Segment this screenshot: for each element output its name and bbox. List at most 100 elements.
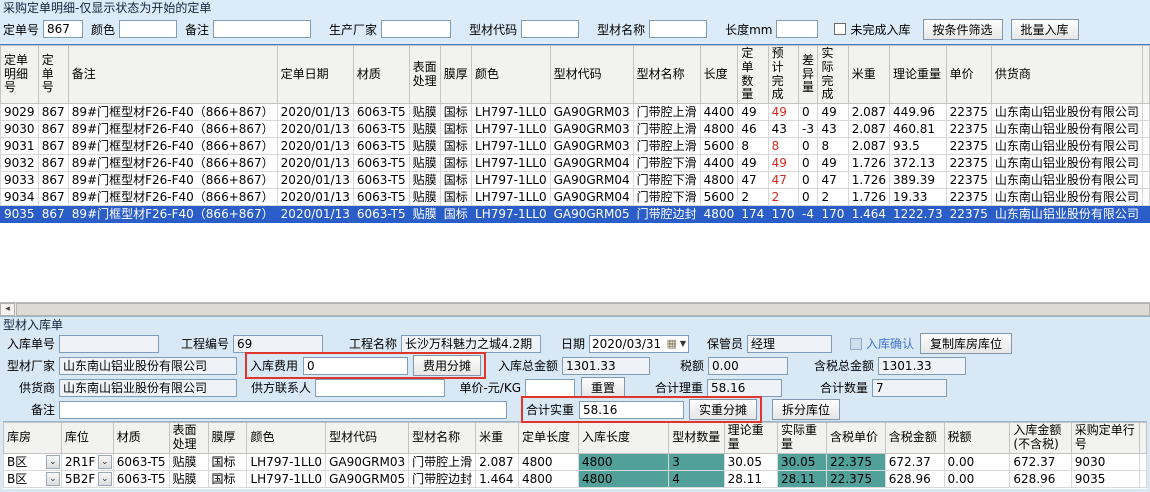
batch-inbound-button[interactable]: 批量入库: [1011, 19, 1079, 40]
column-header[interactable]: 定单日期: [277, 46, 353, 104]
column-header[interactable]: 含税单价: [827, 423, 886, 454]
inbound-fee-alert-box: 入库费用 费用分摊: [245, 352, 486, 379]
unit-price-input[interactable]: [525, 379, 575, 397]
combo-cell[interactable]: 2R1F⌄: [61, 453, 113, 470]
table-row[interactable]: 903586789#门框型材F26-F40（866+867）2020/01/13…: [1, 206, 1150, 223]
column-header[interactable]: 型材名称: [633, 46, 700, 104]
combo-cell[interactable]: B区⌄: [4, 470, 62, 487]
column-header[interactable]: 型材数量: [669, 423, 724, 454]
total-actual-weight-input[interactable]: [579, 401, 684, 419]
column-header[interactable]: 定单号: [38, 46, 68, 104]
column-header[interactable]: 供货商: [991, 46, 1142, 104]
cell: 2020/01/13: [277, 206, 353, 223]
cell: 4: [669, 470, 724, 487]
column-header[interactable]: 单价: [946, 46, 991, 104]
inbound-confirm-checkbox[interactable]: [850, 338, 862, 350]
chevron-down-icon[interactable]: ⌄: [98, 472, 112, 486]
total-qty-input[interactable]: [872, 379, 947, 397]
column-header[interactable]: 材质: [113, 423, 169, 454]
actual-weight-share-button[interactable]: 实重分摊: [689, 399, 757, 420]
scroll-left-icon[interactable]: ◂: [0, 303, 15, 316]
combo-cell[interactable]: B区⌄: [4, 453, 62, 470]
column-header[interactable]: 定单明细号: [1, 46, 39, 104]
cell: 628.96: [885, 470, 944, 487]
column-header[interactable]: 米重: [848, 46, 889, 104]
keeper-input[interactable]: [747, 335, 832, 353]
column-header[interactable]: 颜色: [247, 423, 326, 454]
filter-profile-code-input[interactable]: [521, 20, 579, 38]
column-header[interactable]: 米重: [476, 423, 519, 454]
column-header[interactable]: 预计完成: [768, 46, 798, 104]
table-row[interactable]: B区⌄5B2F⌄6063-T5贴膜国标LH797-1LL0GA90GRM05门带…: [4, 470, 1147, 487]
inbound-no-input[interactable]: [59, 335, 159, 353]
column-header[interactable]: 入库长度: [579, 423, 669, 454]
column-header[interactable]: 膜厚: [440, 46, 471, 104]
fee-share-button[interactable]: 费用分摊: [413, 355, 481, 376]
chevron-down-icon[interactable]: ⌄: [46, 455, 60, 469]
column-header[interactable]: 差异量: [798, 46, 817, 104]
filter-manufacturer-input[interactable]: [381, 20, 451, 38]
column-header[interactable]: 膜厚: [208, 423, 247, 454]
remark-input[interactable]: [59, 401, 507, 419]
table-row[interactable]: 903486789#门框型材F26-F40（866+867）2020/01/13…: [1, 189, 1150, 206]
scrollbar-thumb[interactable]: [16, 303, 1150, 316]
column-header[interactable]: 含税金额: [885, 423, 944, 454]
reset-button[interactable]: 重置: [581, 377, 625, 398]
inbound-total-input[interactable]: [562, 357, 650, 375]
table-row[interactable]: 903386789#门框型材F26-F40（866+867）2020/01/13…: [1, 172, 1150, 189]
column-header[interactable]: 税额: [944, 423, 1010, 454]
column-header[interactable]: 理论重量: [890, 46, 947, 104]
profile-factory-input[interactable]: [59, 357, 237, 375]
cell: 贴膜: [409, 155, 440, 172]
date-picker[interactable]: 2020/03/31 ▦ ▼: [589, 335, 689, 353]
filter-color-input[interactable]: [119, 20, 177, 38]
supplier-input[interactable]: [59, 379, 237, 397]
combo-cell[interactable]: 5B2F⌄: [61, 470, 113, 487]
column-header[interactable]: 库房: [4, 423, 62, 454]
filter-length-input[interactable]: [776, 20, 818, 38]
column-header[interactable]: 型材代码: [326, 423, 409, 454]
table-row[interactable]: 903186789#门框型材F26-F40（866+867）2020/01/13…: [1, 138, 1150, 155]
split-location-button[interactable]: 拆分库位: [772, 399, 840, 420]
tax-input[interactable]: [708, 357, 788, 375]
column-header[interactable]: 型材名称: [409, 423, 476, 454]
column-header[interactable]: 长度: [700, 46, 738, 104]
column-header[interactable]: 定单数量: [738, 46, 768, 104]
chevron-down-icon[interactable]: ⌄: [98, 455, 112, 469]
filter-order-no-input[interactable]: [43, 20, 83, 38]
column-header[interactable]: 采购定单行号: [1071, 423, 1139, 454]
column-header[interactable]: 备注: [68, 46, 277, 104]
column-header[interactable]: 入库金额(不含税): [1010, 423, 1071, 454]
column-header[interactable]: 颜色: [472, 46, 551, 104]
project-no-input[interactable]: [233, 335, 323, 353]
total-theoretical-weight-input[interactable]: [707, 379, 782, 397]
column-header[interactable]: 材质: [353, 46, 409, 104]
project-name-input[interactable]: [401, 335, 541, 353]
table-row[interactable]: B区⌄2R1F⌄6063-T5贴膜国标LH797-1LL0GA90GRM03门带…: [4, 453, 1147, 470]
column-header[interactable]: 定单长度: [518, 423, 578, 454]
horizontal-scrollbar[interactable]: ◂: [0, 302, 1150, 316]
inbound-fee-input[interactable]: [303, 357, 408, 375]
column-header[interactable]: 实际完成: [818, 46, 848, 104]
copy-warehouse-location-button[interactable]: 复制库房库位: [920, 333, 1012, 354]
column-header[interactable]: 型材代码: [550, 46, 633, 104]
supplier-contact-input[interactable]: [315, 379, 445, 397]
cell: 22375: [946, 155, 991, 172]
cell: 49: [768, 104, 798, 121]
purchase-order-title: 采购定单明细-仅显示状态为开始的定单: [3, 1, 1147, 16]
column-header[interactable]: 实际重量: [778, 423, 827, 454]
column-header[interactable]: 表面处理: [409, 46, 440, 104]
column-header[interactable]: 表面处理: [169, 423, 208, 454]
tax-total-input[interactable]: [878, 357, 966, 375]
unfinished-inbound-checkbox[interactable]: [834, 23, 846, 35]
cell: 28.11: [778, 470, 827, 487]
chevron-down-icon[interactable]: ⌄: [46, 472, 60, 486]
column-header[interactable]: 理论重量: [724, 423, 777, 454]
column-header[interactable]: 库位: [61, 423, 113, 454]
filter-remark-input[interactable]: [213, 20, 311, 38]
table-row[interactable]: 902986789#门框型材F26-F40（866+867）2020/01/13…: [1, 104, 1150, 121]
table-row[interactable]: 903086789#门框型材F26-F40（866+867）2020/01/13…: [1, 121, 1150, 138]
filter-profile-name-input[interactable]: [649, 20, 707, 38]
table-row[interactable]: 903286789#门框型材F26-F40（866+867）2020/01/13…: [1, 155, 1150, 172]
filter-by-condition-button[interactable]: 按条件筛选: [923, 19, 1003, 40]
